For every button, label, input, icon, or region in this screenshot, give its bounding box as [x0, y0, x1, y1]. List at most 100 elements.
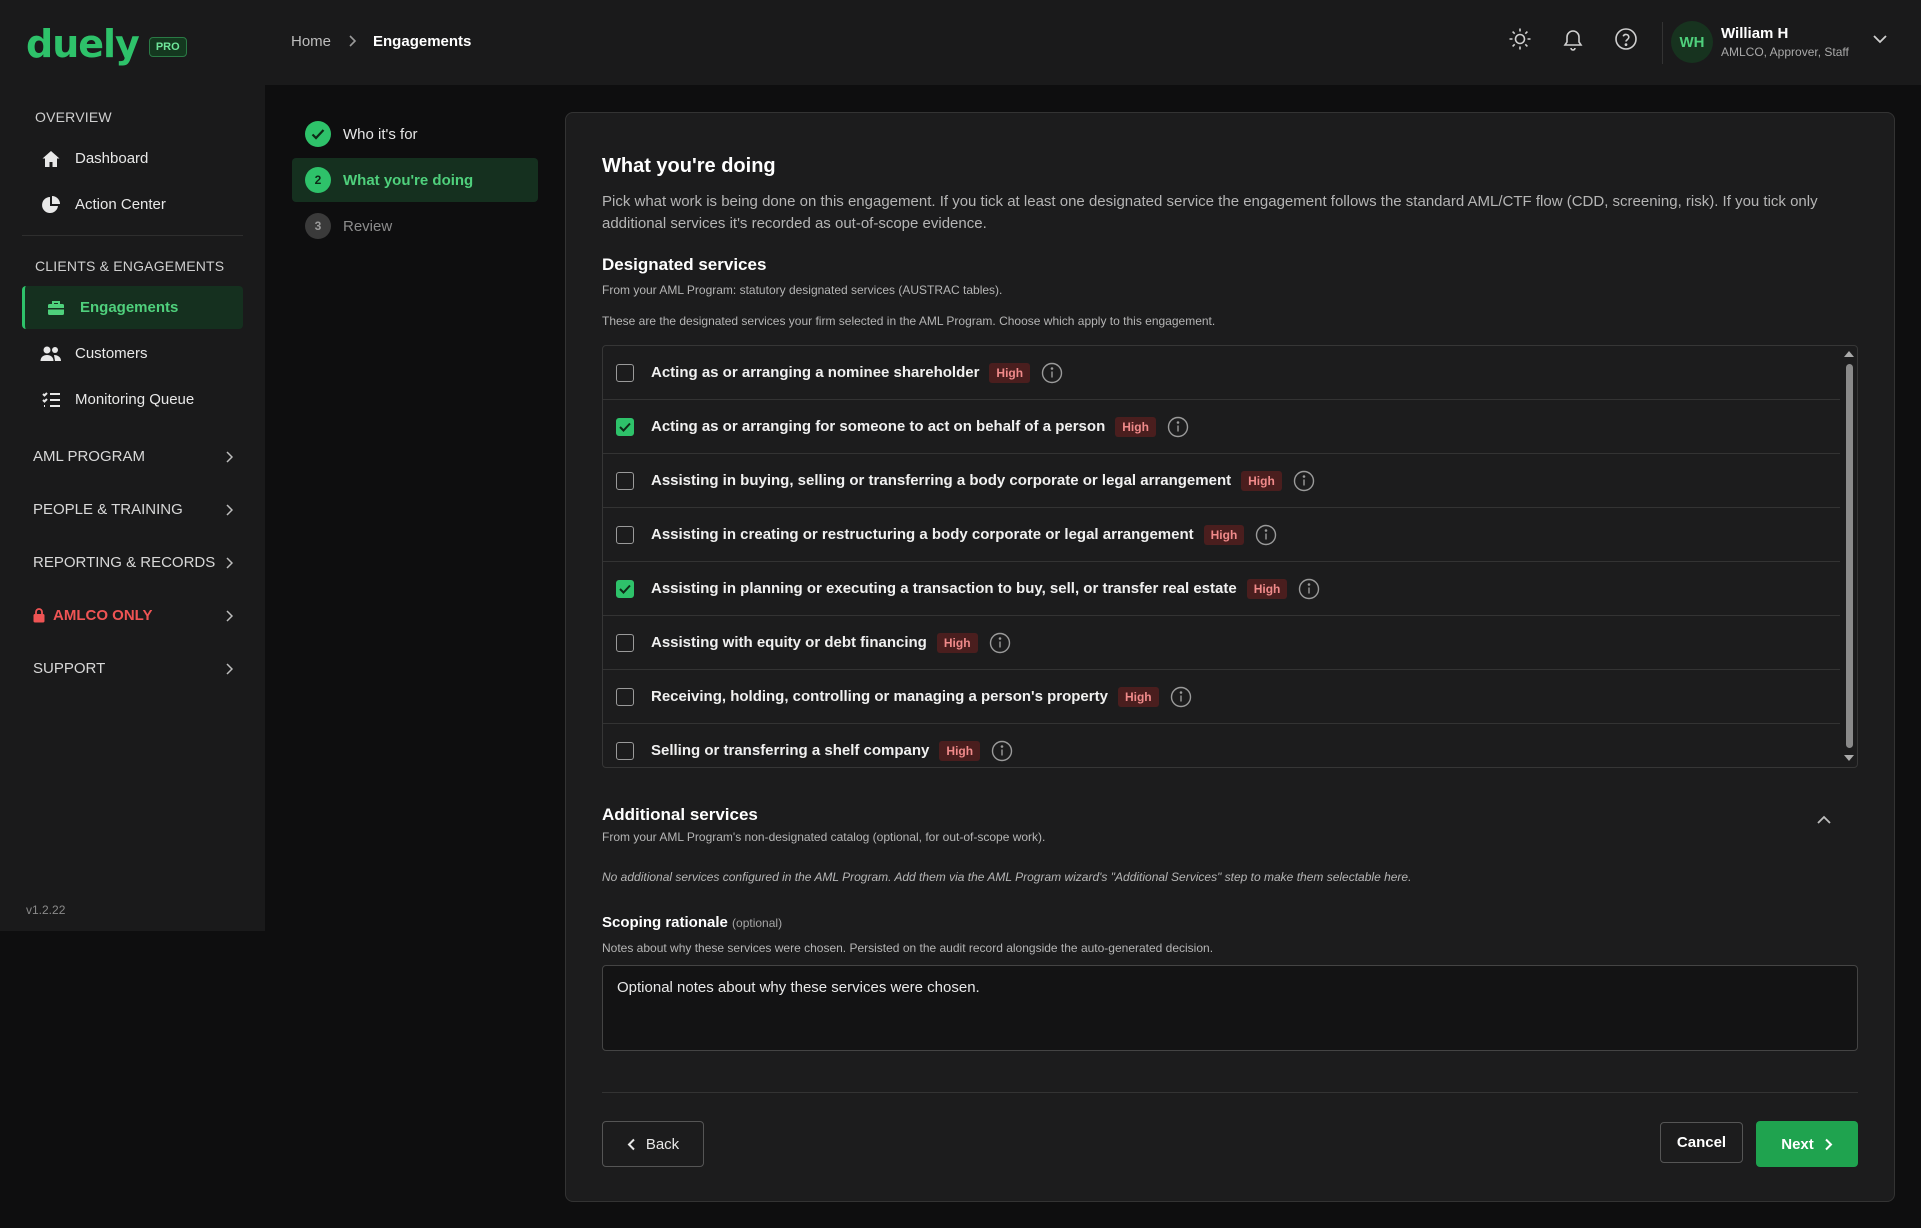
service-row[interactable]: Acting as or arranging for someone to ac… — [603, 400, 1840, 454]
risk-badge: High — [989, 362, 1031, 383]
scrollbar[interactable] — [1841, 346, 1857, 767]
service-row[interactable]: Assisting in buying, selling or transfer… — [603, 454, 1840, 508]
sidebar-group-people-training[interactable]: PEOPLE & TRAINING — [33, 501, 233, 518]
scoping-rationale-note: Notes about why these services were chos… — [602, 941, 1214, 955]
top-divider — [1662, 22, 1663, 64]
info-icon[interactable] — [1166, 415, 1190, 439]
info-icon[interactable] — [1040, 361, 1064, 385]
back-label: Back — [645, 1135, 680, 1153]
wizard-step-review[interactable]: 3 Review — [292, 204, 538, 248]
sidebar-item-label: Action Center — [75, 196, 166, 213]
service-row[interactable]: Assisting in creating or restructuring a… — [603, 508, 1840, 562]
service-checkbox[interactable] — [616, 579, 634, 598]
app-version: v1.2.22 — [26, 903, 66, 917]
service-checkbox[interactable] — [616, 741, 634, 760]
chevron-right-icon — [347, 34, 357, 50]
cancel-button[interactable]: Cancel — [1660, 1122, 1743, 1163]
user-menu[interactable]: William H AMLCO, Approver, Staff — [1721, 25, 1849, 59]
theme-toggle-sun-icon[interactable] — [1505, 24, 1535, 54]
step-label: Review — [343, 217, 393, 235]
info-icon[interactable] — [1297, 577, 1321, 601]
service-row[interactable]: Assisting with equity or debt financing H… — [603, 616, 1840, 670]
rationale-optional-tag: (optional) — [732, 916, 783, 930]
next-label: Next — [1781, 1135, 1814, 1153]
risk-badge: High — [1246, 578, 1288, 599]
help-icon[interactable] — [1611, 24, 1641, 54]
group-label: AML PROGRAM — [33, 448, 145, 465]
chevron-right-icon — [226, 503, 233, 516]
chevron-right-icon — [226, 556, 233, 569]
additional-services-title: Additional services — [602, 805, 758, 824]
step-label: What you're doing — [343, 171, 474, 189]
breadcrumb-home-link[interactable]: Home — [291, 33, 331, 50]
step-label: Who it's for — [343, 125, 418, 143]
bell-icon[interactable] — [1558, 24, 1588, 54]
scoping-rationale-label: Scoping rationale (optional) — [602, 914, 782, 931]
service-checkbox[interactable] — [616, 363, 634, 382]
top-icons — [1505, 24, 1641, 54]
sidebar-item-action-center[interactable]: Action Center — [22, 183, 243, 226]
top-bar: duely PRO Home Engagements WH William H … — [0, 0, 1921, 85]
sidebar-item-label: Monitoring Queue — [75, 391, 195, 408]
section-overview: OVERVIEW — [35, 109, 112, 125]
check-icon — [619, 584, 631, 594]
users-icon — [40, 343, 62, 365]
service-checkbox[interactable] — [616, 471, 634, 490]
service-row[interactable]: Selling or transferring a shelf company H… — [603, 724, 1840, 767]
chevron-up-icon[interactable] — [1816, 813, 1832, 831]
wizard-card: What you're doing Pick what work is bein… — [565, 112, 1895, 1202]
info-icon[interactable] — [1169, 685, 1193, 709]
user-name: William H — [1721, 25, 1789, 42]
sidebar-group-reporting-records[interactable]: REPORTING & RECORDS — [33, 554, 233, 571]
page-title: What you're doing — [602, 155, 776, 177]
sidebar: OVERVIEW Dashboard Action Center CLIENTS… — [0, 85, 265, 931]
scoping-rationale-textarea[interactable] — [602, 965, 1858, 1051]
service-label: Assisting in buying, selling or transfer… — [651, 472, 1232, 489]
sidebar-item-customers[interactable]: Customers — [22, 332, 243, 375]
scroll-up-arrow[interactable] — [1844, 351, 1854, 357]
sidebar-group-support[interactable]: SUPPORT — [33, 660, 233, 677]
sidebar-group-amlco-only[interactable]: AMLCO ONLY — [33, 607, 233, 624]
additional-services-source: From your AML Program's non-designated c… — [602, 830, 1046, 844]
page-description: Pick what work is being done on this eng… — [602, 193, 1818, 232]
service-row[interactable]: Receiving, holding, controlling or manag… — [603, 670, 1840, 724]
group-label: REPORTING & RECORDS — [33, 554, 216, 571]
check-circle-icon — [305, 121, 331, 147]
plan-badge: PRO — [148, 37, 187, 57]
sidebar-group-aml-program[interactable]: AML PROGRAM — [33, 448, 233, 465]
sidebar-item-engagements[interactable]: Engagements — [22, 286, 243, 329]
service-label: Receiving, holding, controlling or manag… — [651, 688, 1108, 705]
section-clients-engagements: CLIENTS & ENGAGEMENTS — [35, 258, 225, 274]
risk-badge: High — [1203, 524, 1245, 545]
sidebar-item-monitoring-queue[interactable]: Monitoring Queue — [22, 378, 243, 421]
wizard-step-what[interactable]: 2 What you're doing — [292, 158, 538, 202]
next-button[interactable]: Next — [1756, 1121, 1858, 1167]
group-label-wrap: AMLCO ONLY — [33, 607, 152, 624]
service-checkbox[interactable] — [616, 687, 634, 706]
info-icon[interactable] — [988, 631, 1012, 655]
designated-services-list: Acting as or arranging a nominee shareho… — [602, 345, 1858, 768]
info-icon[interactable] — [990, 739, 1014, 763]
app-logo[interactable]: duely PRO — [26, 22, 187, 66]
chevron-right-icon — [1825, 1138, 1833, 1150]
service-checkbox[interactable] — [616, 633, 634, 652]
chevron-down-icon[interactable] — [1872, 32, 1888, 50]
avatar[interactable]: WH — [1671, 21, 1713, 63]
chevron-right-icon — [226, 450, 233, 463]
service-checkbox[interactable] — [616, 525, 634, 544]
info-icon[interactable] — [1292, 469, 1316, 493]
sidebar-item-label: Customers — [75, 345, 148, 362]
footer-divider — [602, 1092, 1858, 1093]
wizard-step-who[interactable]: Who it's for — [292, 112, 538, 156]
risk-badge: High — [1115, 416, 1156, 437]
service-checkbox[interactable] — [616, 417, 634, 436]
sidebar-item-dashboard[interactable]: Dashboard — [22, 137, 243, 180]
scroll-thumb[interactable] — [1846, 364, 1853, 748]
service-row[interactable]: Acting as or arranging a nominee shareho… — [603, 346, 1840, 400]
risk-badge: High — [936, 632, 978, 653]
risk-badge: High — [1241, 470, 1282, 491]
service-row[interactable]: Assisting in planning or executing a tra… — [603, 562, 1840, 616]
back-button[interactable]: Back — [602, 1121, 704, 1167]
info-icon[interactable] — [1254, 523, 1278, 547]
scroll-down-arrow[interactable] — [1844, 755, 1854, 761]
